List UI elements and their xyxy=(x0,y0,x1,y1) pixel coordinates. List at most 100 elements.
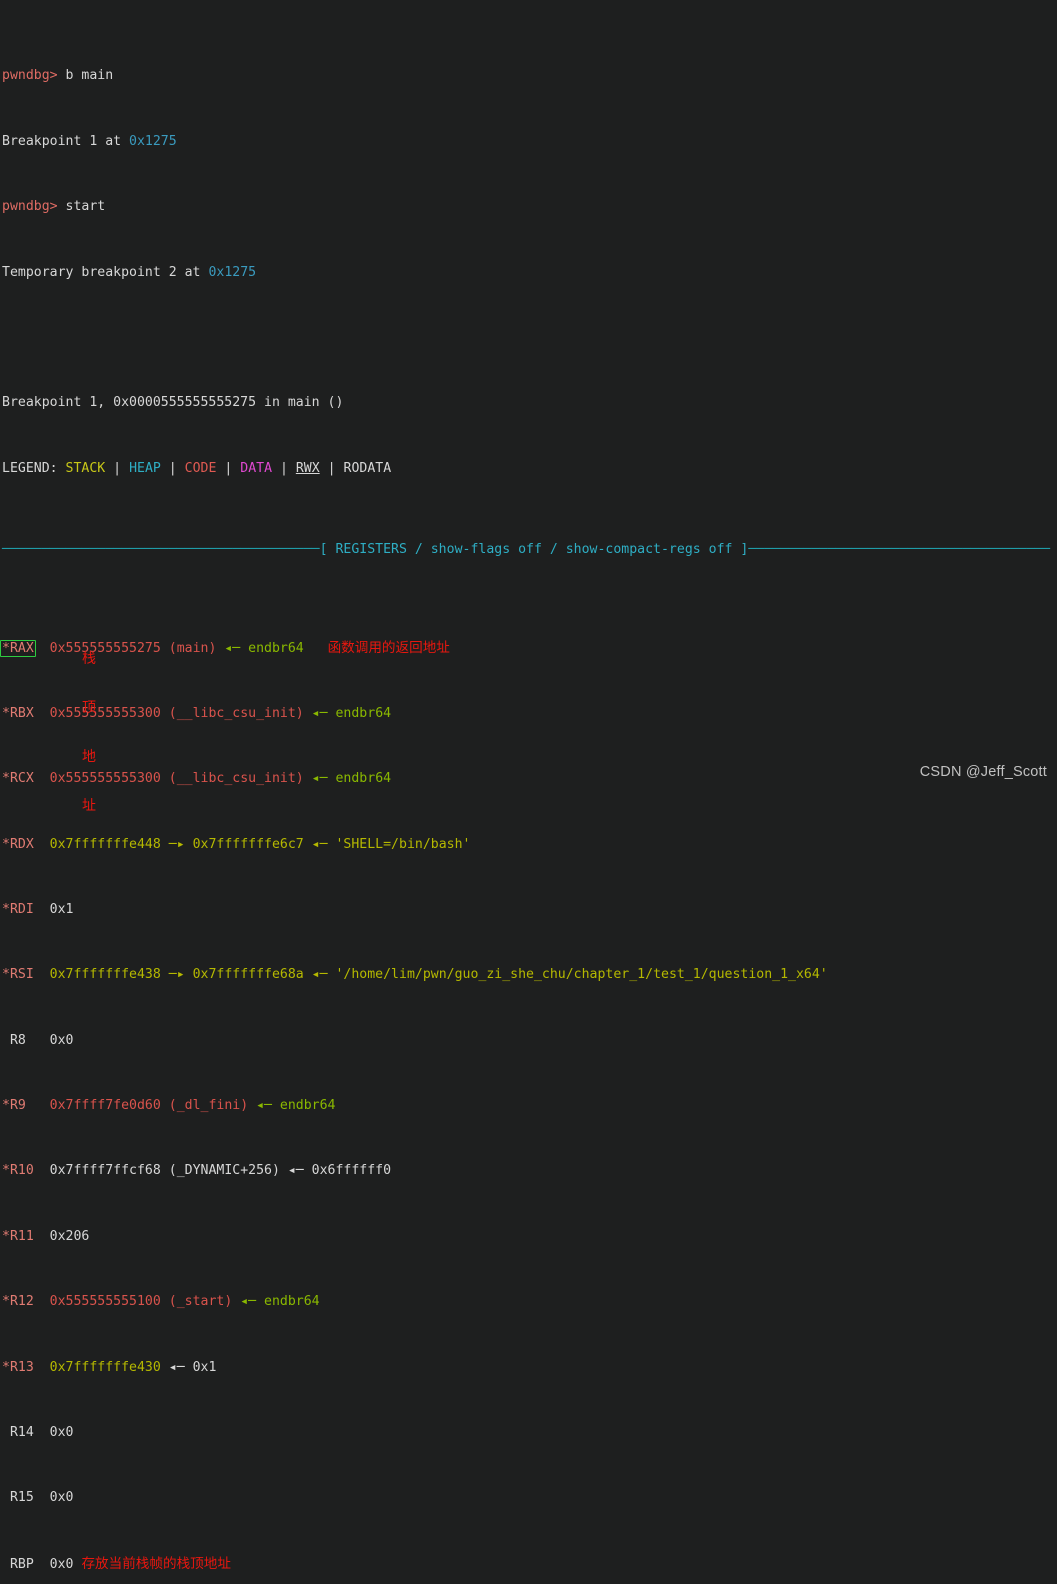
breakpoint-hit-text: Breakpoint 1, 0x0000555555555275 in main… xyxy=(2,395,344,411)
registers-title: [ REGISTERS / show-flags off / show-comp… xyxy=(319,542,749,558)
register-row-rax[interactable]: *RAX 0x555555555275 (main) ◂─ endbr64 函数… xyxy=(0,640,1057,658)
breakpoint-1-address: 0x1275 xyxy=(129,133,177,149)
register-name-rdi: *RDI xyxy=(2,901,34,917)
terminal-window[interactable]: pwndbg> b main Breakpoint 1 at 0x1275 pw… xyxy=(0,0,1057,1572)
command-line-1: pwndbg> b main xyxy=(2,68,1057,84)
register-symbol-r12: (_start) xyxy=(160,1294,233,1310)
register-row-r9[interactable]: *R9 0x7ffff7fe0d60 (_dl_fini) ◂─ endbr64 xyxy=(2,1098,1057,1114)
separator-left: ──────────────────────────────────────── xyxy=(2,542,320,558)
register-symbol-rbx: (__libc_csu_init) xyxy=(160,705,304,721)
register-row-r15[interactable]: R15 0x0 xyxy=(2,1490,1057,1506)
legend-separator: | xyxy=(105,460,130,476)
legend-stack: STACK xyxy=(65,460,106,476)
register-value-r11: 0x206 xyxy=(49,1228,90,1244)
register-row-rbx[interactable]: *RBX 0x555555555300 (__libc_csu_init) ◂─… xyxy=(2,706,1057,722)
register-name-r14: R14 xyxy=(2,1424,34,1440)
annotation-stack-char-0: 栈 xyxy=(82,650,96,667)
register-name-r12: *R12 xyxy=(2,1294,34,1310)
register-value-rax: 0x555555555275 xyxy=(49,641,161,657)
register-chain-rbx: ◂─ endbr64 xyxy=(303,705,392,721)
legend-heap: HEAP xyxy=(129,460,161,476)
legend-separator: | xyxy=(319,460,344,476)
annotation-rax: 函数调用的返回地址 xyxy=(327,640,450,657)
register-name-rcx: *RCX xyxy=(2,771,34,787)
register-value-rdx: 0x7fffffffe448 xyxy=(49,836,161,852)
register-chain-r12: ◂─ endbr64 xyxy=(232,1294,320,1310)
prompt-label: pwndbg> xyxy=(2,68,58,84)
register-name-r9: *R9 xyxy=(2,1098,26,1114)
register-value-r10: 0x7ffff7ffcf68 xyxy=(49,1163,161,1179)
register-name-rdx: *RDX xyxy=(2,836,34,852)
register-row-rcx[interactable]: *RCX 0x555555555300 (__libc_csu_init) ◂─… xyxy=(2,771,1057,787)
command-line-2: pwndbg> start xyxy=(2,199,1057,215)
annotation-stack-vertical: 栈 顶 地 址 xyxy=(80,618,98,847)
register-symbol-r10: (_DYNAMIC+256) xyxy=(160,1163,280,1179)
register-value-r9: 0x7ffff7fe0d60 xyxy=(49,1098,161,1114)
register-name-rbp: RBP xyxy=(2,1556,34,1572)
annotation-stack-char-1: 顶 xyxy=(82,699,96,716)
register-row-r11[interactable]: *R11 0x206 xyxy=(2,1229,1057,1245)
legend-data: DATA xyxy=(240,460,273,476)
breakpoint-1-text: Breakpoint 1 at xyxy=(2,133,130,149)
register-name-r15: R15 xyxy=(2,1490,34,1506)
register-value-rdi: 0x1 xyxy=(49,901,74,917)
register-value-r12: 0x555555555100 xyxy=(49,1294,161,1310)
register-row-rsi[interactable]: *RSI 0x7fffffffe438 ─▸ 0x7fffffffe68a ◂─… xyxy=(2,967,1057,983)
breakpoint-2-output: Temporary breakpoint 2 at 0x1275 xyxy=(2,265,1057,281)
register-name-r10: *R10 xyxy=(2,1163,34,1179)
register-value-rcx: 0x555555555300 xyxy=(49,771,161,787)
legend-separator: | xyxy=(272,460,296,476)
register-name-rbx: *RBX xyxy=(2,705,34,721)
legend-rodata: RODATA xyxy=(343,460,392,476)
register-name-rsi: *RSI xyxy=(2,967,34,983)
register-chain-rdx: ─▸ 0x7fffffffe6c7 ◂─ 'SHELL=/bin/bash' xyxy=(160,836,471,852)
legend-label: LEGEND: xyxy=(2,460,66,476)
register-symbol-rcx: (__libc_csu_init) xyxy=(160,771,304,787)
register-value-r8: 0x0 xyxy=(49,1032,74,1048)
register-symbol-rax: (main) xyxy=(160,641,217,657)
register-row-rdi[interactable]: *RDI 0x1 xyxy=(2,902,1057,918)
register-value-rbx: 0x555555555300 xyxy=(49,705,161,721)
register-chain-r9: ◂─ endbr64 xyxy=(248,1098,336,1114)
register-row-rbp[interactable]: RBP 0x0 存放当前栈帧的栈顶地址 xyxy=(2,1556,1057,1572)
legend-separator: | xyxy=(160,460,185,476)
register-row-r13[interactable]: *R13 0x7fffffffe430 ◂─ 0x1 xyxy=(2,1360,1057,1376)
register-chain-r10: ◂─ 0x6ffffff0 xyxy=(279,1163,392,1179)
separator-right: ────────────────────────────────────── xyxy=(748,542,1051,558)
breakpoint-hit-line: Breakpoint 1, 0x0000555555555275 in main… xyxy=(2,395,1057,411)
watermark: CSDN @Jeff_Scott xyxy=(919,764,1047,780)
breakpoint-1-output: Breakpoint 1 at 0x1275 xyxy=(2,134,1057,150)
annotation-stack-char-3: 址 xyxy=(82,797,96,814)
register-name-r8: R8 xyxy=(2,1032,26,1048)
breakpoint-2-address: 0x1275 xyxy=(208,264,257,280)
register-row-r14[interactable]: R14 0x0 xyxy=(2,1425,1057,1441)
legend-line: LEGEND: STACK | HEAP | CODE | DATA | RWX… xyxy=(2,461,1057,477)
annotation-rbp: 存放当前栈帧的栈顶地址 xyxy=(81,1555,231,1572)
register-value-r13: 0x7fffffffe430 xyxy=(49,1359,161,1375)
legend-rwx: RWX xyxy=(295,460,320,476)
register-name-r11: *R11 xyxy=(2,1228,34,1244)
register-value-r15: 0x0 xyxy=(49,1490,74,1506)
prompt-label: pwndbg> xyxy=(2,199,58,215)
register-value-rbp: 0x0 xyxy=(49,1556,74,1572)
register-chain-rcx: ◂─ endbr64 xyxy=(303,771,392,787)
registers-section-header: ────────────────────────────────────────… xyxy=(2,542,1057,558)
register-symbol-r9: (_dl_fini) xyxy=(160,1098,249,1114)
register-name-rax: *RAX xyxy=(0,640,36,658)
register-row-rdx[interactable]: *RDX 0x7fffffffe448 ─▸ 0x7fffffffe6c7 ◂─… xyxy=(2,837,1057,853)
breakpoint-2-text: Temporary breakpoint 2 at xyxy=(2,264,209,280)
register-value-rsi: 0x7fffffffe438 xyxy=(49,967,161,983)
register-value-r14: 0x0 xyxy=(49,1424,74,1440)
command-text: b main xyxy=(65,68,114,84)
register-row-r12[interactable]: *R12 0x555555555100 (_start) ◂─ endbr64 xyxy=(2,1294,1057,1310)
register-row-r10[interactable]: *R10 0x7ffff7ffcf68 (_DYNAMIC+256) ◂─ 0x… xyxy=(2,1163,1057,1179)
register-chain-rax: ◂─ endbr64 xyxy=(216,641,304,657)
register-chain-rsi: ─▸ 0x7fffffffe68a ◂─ '/home/lim/pwn/guo_… xyxy=(160,967,828,983)
register-row-r8[interactable]: R8 0x0 xyxy=(2,1033,1057,1049)
register-chain-r13: ◂─ 0x1 xyxy=(160,1359,217,1375)
register-name-r13: *R13 xyxy=(2,1359,34,1375)
legend-code: CODE xyxy=(184,460,217,476)
legend-separator: | xyxy=(216,460,241,476)
command-text: start xyxy=(65,199,106,215)
